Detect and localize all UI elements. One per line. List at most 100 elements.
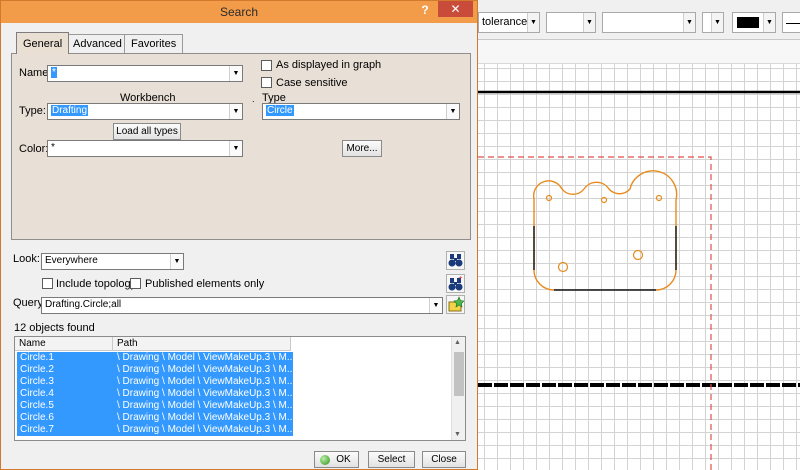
row-path: \ Drawing \ Model \ ViewMakeUp.3 \ M... <box>117 388 296 399</box>
window-close-button[interactable]: ✕ <box>438 1 473 17</box>
as-displayed-label: As displayed in graph <box>276 59 382 71</box>
row-path: \ Drawing \ Model \ ViewMakeUp.3 \ M... <box>117 400 296 411</box>
scrollbar-thumb[interactable] <box>454 352 464 396</box>
binoculars-plus-icon[interactable]: + <box>446 274 465 293</box>
row-name: Circle.7 <box>20 424 54 435</box>
tab-favorites[interactable]: Favorites <box>124 34 184 53</box>
column-header-name[interactable]: Name <box>15 337 113 351</box>
tab-advanced[interactable]: Advanced <box>66 34 129 53</box>
published-only-label: Published elements only <box>145 278 265 290</box>
name-value: * <box>51 67 57 78</box>
bullet-dot: . <box>252 94 255 104</box>
row-name: Circle.2 <box>20 364 54 375</box>
table-row[interactable]: Circle.4 \ Drawing \ Model \ ViewMakeUp.… <box>17 388 296 400</box>
drawing-canvas[interactable] <box>478 64 800 470</box>
workbench-value: Drafting <box>51 105 89 116</box>
part-top-profile <box>532 170 678 270</box>
color-swatch <box>737 17 759 28</box>
table-row[interactable]: Circle.3 \ Drawing \ Model \ ViewMakeUp.… <box>17 376 296 388</box>
case-sensitive-label: Case sensitive <box>276 77 348 89</box>
hole-2 <box>600 196 608 204</box>
as-displayed-checkbox[interactable] <box>261 60 272 71</box>
table-row[interactable]: Circle.2 \ Drawing \ Model \ ViewMakeUp.… <box>17 364 296 376</box>
row-path: \ Drawing \ Model \ ViewMakeUp.3 \ M... <box>117 376 296 387</box>
include-topology-checkbox[interactable] <box>42 278 53 289</box>
results-list[interactable]: Name Path Circle.1 \ Drawing \ Model \ V… <box>14 336 466 441</box>
add-favorite-icon[interactable] <box>446 295 465 314</box>
tolerance-combo[interactable]: tolerance) ▼ <box>478 12 540 33</box>
chevron-down-icon[interactable]: ▼ <box>454 431 461 438</box>
chevron-down-icon: ▼ <box>583 13 595 32</box>
type-value: Circle <box>266 105 294 116</box>
part-corner-br <box>655 269 677 291</box>
color-combo[interactable]: * ▼ <box>47 140 243 157</box>
toolbar-combo-2[interactable]: ▼ <box>546 12 596 33</box>
general-panel: Name: * ▼ As displayed in graph Case sen… <box>11 53 471 240</box>
chevron-down-icon: ▼ <box>229 66 242 81</box>
chevron-down-icon: ▼ <box>229 104 242 119</box>
ok-button[interactable]: OK <box>314 451 359 468</box>
query-combo[interactable]: Drafting.Circle;all ▼ <box>41 297 443 314</box>
line-type-combo[interactable] <box>782 12 800 33</box>
toolbar-combo-3[interactable]: ▼ <box>602 12 696 33</box>
hole-4 <box>557 261 569 273</box>
chevron-down-icon: ▼ <box>527 13 539 32</box>
row-name: Circle.4 <box>20 388 54 399</box>
drawing-geometry <box>478 90 800 470</box>
chevron-down-icon: ▼ <box>229 141 242 156</box>
look-label: Look: <box>13 253 40 265</box>
objects-found-text: 12 objects found <box>14 322 95 334</box>
published-only-checkbox[interactable] <box>130 278 141 289</box>
more-button[interactable]: More... <box>342 140 382 157</box>
name-combo[interactable]: * ▼ <box>47 65 243 82</box>
table-row[interactable]: Circle.1 \ Drawing \ Model \ ViewMakeUp.… <box>17 352 296 364</box>
include-topology-label: Include topology <box>56 278 137 290</box>
ok-label: OK <box>336 454 351 465</box>
chevron-down-icon: ▼ <box>446 104 459 119</box>
hole-3 <box>655 194 663 202</box>
row-name: Circle.6 <box>20 412 54 423</box>
hole-1 <box>545 194 553 202</box>
row-path: \ Drawing \ Model \ ViewMakeUp.3 \ M... <box>117 424 296 435</box>
line-sample <box>786 23 800 24</box>
ok-icon <box>320 455 330 465</box>
query-value: Drafting.Circle;all <box>45 299 122 310</box>
table-row[interactable]: Circle.7 \ Drawing \ Model \ ViewMakeUp.… <box>17 424 296 436</box>
chevron-up-icon[interactable]: ▲ <box>454 339 461 346</box>
look-combo[interactable]: Everywhere ▼ <box>41 253 184 270</box>
table-row[interactable]: Circle.5 \ Drawing \ Model \ ViewMakeUp.… <box>17 400 296 412</box>
dialog-titlebar[interactable]: Search ? ✕ <box>1 1 477 23</box>
column-header-path[interactable]: Path <box>113 337 291 351</box>
table-row[interactable]: Circle.6 \ Drawing \ Model \ ViewMakeUp.… <box>17 412 296 424</box>
dialog-title: Search <box>219 5 259 19</box>
row-path: \ Drawing \ Model \ ViewMakeUp.3 \ M... <box>117 412 296 423</box>
chevron-down-icon: ▼ <box>683 13 695 32</box>
look-value: Everywhere <box>45 255 98 266</box>
row-path: \ Drawing \ Model \ ViewMakeUp.3 \ M... <box>117 364 296 375</box>
load-all-types-button[interactable]: Load all types <box>113 123 181 140</box>
row-name: Circle.5 <box>20 400 54 411</box>
chevron-down-icon: ▼ <box>170 254 183 269</box>
workbench-combo[interactable]: Drafting ▼ <box>47 103 243 120</box>
svg-text:+: + <box>458 275 463 282</box>
close-button[interactable]: Close <box>422 451 466 468</box>
hole-5 <box>632 249 644 261</box>
binoculars-icon[interactable] <box>446 251 465 270</box>
toolbar-combo-4[interactable]: ▼ <box>702 12 724 33</box>
row-name: Circle.3 <box>20 376 54 387</box>
type-combo[interactable]: Circle ▼ <box>262 103 460 120</box>
tab-general[interactable]: General <box>16 32 70 54</box>
drafting-subbar <box>478 40 800 64</box>
tolerance-combo-value: tolerance) <box>482 16 531 28</box>
part-corner-bl <box>533 269 555 291</box>
chevron-down-icon: ▼ <box>429 298 442 313</box>
vertical-scrollbar[interactable]: ▲ ▼ <box>451 337 465 440</box>
chevron-down-icon: ▼ <box>711 13 723 32</box>
color-label: Color: <box>19 143 49 155</box>
select-button[interactable]: Select <box>368 451 415 468</box>
drafting-toolbar: tolerance) ▼ ▼ ▼ ▼ ▼ <box>478 0 800 40</box>
row-path: \ Drawing \ Model \ ViewMakeUp.3 \ M... <box>117 352 296 363</box>
line-color-combo[interactable]: ▼ <box>732 12 776 33</box>
help-button[interactable]: ? <box>418 3 432 19</box>
case-sensitive-checkbox[interactable] <box>261 77 272 88</box>
